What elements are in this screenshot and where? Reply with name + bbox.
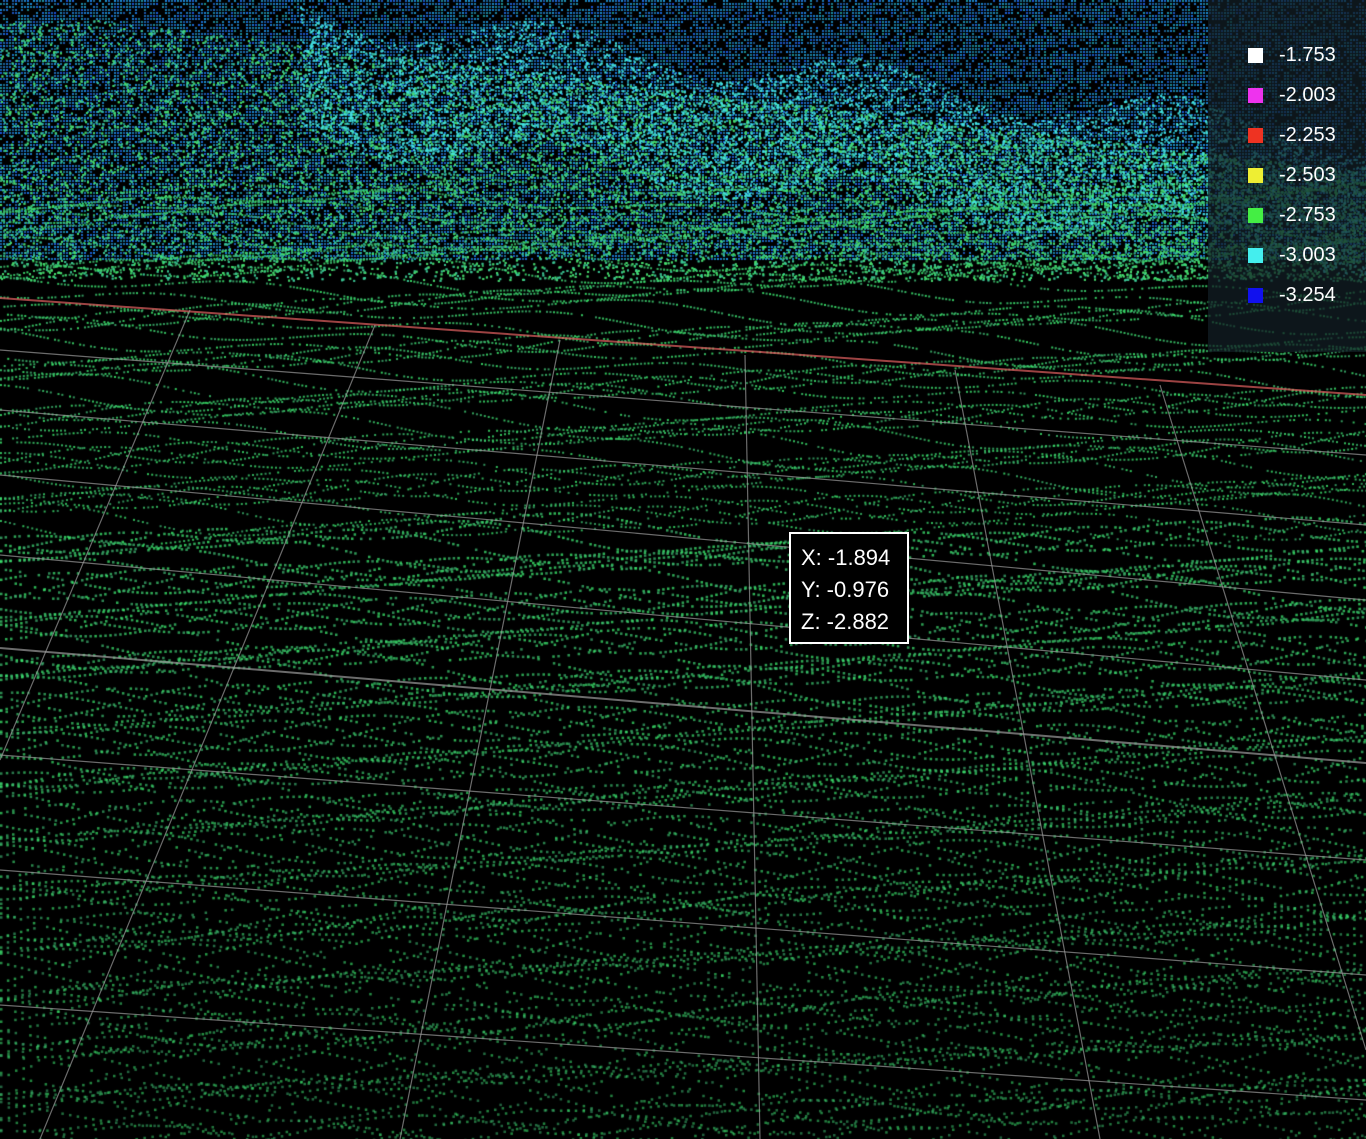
point-coordinates-tooltip: X: -1.894 Y: -0.976 Z: -2.882 (789, 532, 909, 644)
legend-swatch (1248, 208, 1263, 223)
legend-swatch (1248, 48, 1263, 63)
legend-label: -2.003 (1279, 84, 1336, 106)
legend-swatch (1248, 88, 1263, 103)
tooltip-y-value: Y: -0.976 (801, 577, 890, 602)
legend-label: -2.503 (1279, 164, 1336, 186)
legend-item: -2.753 (1208, 195, 1366, 235)
legend-label: -2.253 (1279, 124, 1336, 146)
legend-item: -3.254 (1208, 275, 1366, 315)
legend-item: -2.253 (1208, 115, 1366, 155)
legend-item: -1.753 (1208, 35, 1366, 75)
legend-label: -2.753 (1279, 204, 1336, 226)
legend-swatch (1248, 288, 1263, 303)
legend-label: -1.753 (1279, 44, 1336, 66)
point-cloud-canvas[interactable] (0, 0, 1366, 1139)
tooltip-x-value: X: -1.894 (801, 545, 891, 570)
legend-item: -2.003 (1208, 75, 1366, 115)
color-legend: -1.753 -2.003 -2.253 -2.503 -2.753 -3.00… (1208, 0, 1366, 352)
legend-item: -2.503 (1208, 155, 1366, 195)
legend-label: -3.254 (1279, 284, 1336, 306)
tooltip-z-value: Z: -2.882 (801, 609, 890, 634)
legend-swatch (1248, 248, 1263, 263)
legend-swatch (1248, 168, 1263, 183)
point-cloud-viewer[interactable]: -1.753 -2.003 -2.253 -2.503 -2.753 -3.00… (0, 0, 1366, 1139)
legend-label: -3.003 (1279, 244, 1336, 266)
legend-swatch (1248, 128, 1263, 143)
legend-item: -3.003 (1208, 235, 1366, 275)
